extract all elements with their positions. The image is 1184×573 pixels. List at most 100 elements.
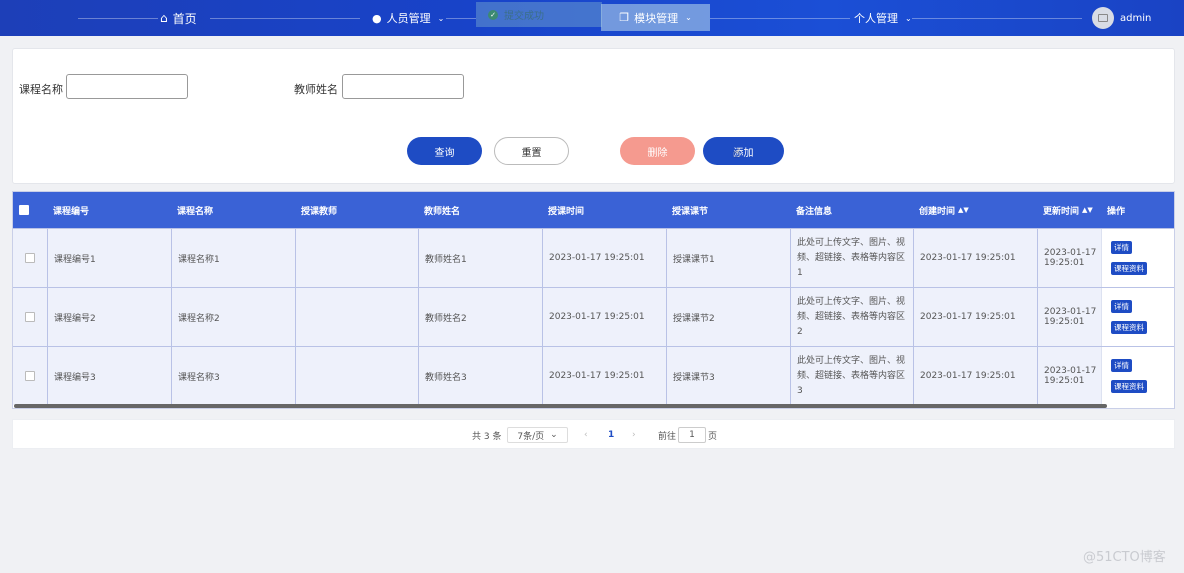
row-checkbox[interactable] xyxy=(13,347,47,405)
image-icon xyxy=(1098,14,1108,22)
check-circle-icon: ✓ xyxy=(488,9,498,20)
select-all-checkbox[interactable] xyxy=(19,192,29,228)
nav-module-management[interactable]: ❐ 模块管理 ⌄ xyxy=(601,4,710,31)
teacher-name-label: 教师姓名 xyxy=(294,83,338,96)
sort-icon: ▲▼ xyxy=(958,206,969,214)
column-header: 教师姓名 xyxy=(424,206,461,217)
table-cell-code: 课程编号3 xyxy=(47,347,171,405)
avatar xyxy=(1092,7,1114,29)
table-cell-section: 授课课节2 xyxy=(666,288,790,346)
column-header: 备注信息 xyxy=(796,206,833,217)
page-size-select[interactable]: 7条/页 ⌄ xyxy=(507,427,568,443)
table-cell-code: 课程编号1 xyxy=(47,229,171,287)
total-count: 共 3 条 xyxy=(472,431,502,442)
table-row: 课程编号3 课程名称3 教师姓名3 2023-01-17 19:25:01 授课课节3 此… xyxy=(13,346,1174,405)
course-materials-button[interactable]: 课程资料 xyxy=(1111,380,1147,393)
sortable-column-header[interactable]: 更新时间 ▲▼ xyxy=(1043,192,1093,228)
nav-divider xyxy=(210,18,360,19)
nav-staff-management[interactable]: ● 人员管理 ⌄ xyxy=(372,0,444,36)
table-cell-remark: 此处可上传文字、图片、视频、超链接、表格等内容区1 xyxy=(790,229,913,287)
checkbox-icon xyxy=(25,312,35,322)
table-cell-time: 2023-01-17 19:25:01 xyxy=(542,347,666,405)
table-cell-section: 授课课节1 xyxy=(666,229,790,287)
table-cell-remark: 此处可上传文字、图片、视频、超链接、表格等内容区3 xyxy=(790,347,913,405)
hand-cursor-icon: ☝ xyxy=(733,146,741,160)
toast-message: 提交成功 xyxy=(504,11,544,22)
delete-button[interactable]: 删除 xyxy=(620,137,695,165)
teacher-name-input[interactable] xyxy=(342,74,464,99)
success-toast: ✓ 提交成功 xyxy=(476,2,602,27)
table-cell-time: 2023-01-17 19:25:01 xyxy=(542,229,666,287)
pagination: 共 3 条 7条/页 ⌄ ‹ 1 › 前往 1 页 xyxy=(12,419,1175,449)
detail-button[interactable]: 详情 xyxy=(1111,359,1132,372)
table-cell-updated: 2023-01-17 19:25:01 xyxy=(1037,288,1107,346)
nav-staff-label: 人员管理 xyxy=(386,12,431,25)
table-cell-name: 课程名称1 xyxy=(171,229,295,287)
course-materials-button[interactable]: 课程资料 xyxy=(1111,321,1147,334)
row-checkbox[interactable] xyxy=(13,229,47,287)
table-cell-remark: 此处可上传文字、图片、视频、超链接、表格等内容区2 xyxy=(790,288,913,346)
page-size-value: 7条/页 xyxy=(517,431,545,442)
goto-page-input[interactable]: 1 xyxy=(678,427,706,443)
next-page-button[interactable]: › xyxy=(632,420,636,450)
horizontal-scrollbar[interactable] xyxy=(14,404,1107,408)
nav-home[interactable]: ⌂ 首页 xyxy=(160,0,197,36)
home-icon: ⌂ xyxy=(160,11,168,25)
nav-divider xyxy=(446,18,476,19)
row-checkbox[interactable] xyxy=(13,288,47,346)
column-header: 授课时间 xyxy=(548,206,585,217)
username: admin xyxy=(1120,12,1152,24)
nav-divider xyxy=(78,18,158,19)
window-icon: ❐ xyxy=(619,11,630,24)
top-nav: ⌂ 首页 ● 人员管理 ⌄ ✓ 提交成功 ❐ 模块管理 ⌄ 个人管理 ⌄ adm… xyxy=(0,0,1184,36)
search-panel: 课程名称 教师姓名 查询 重置 删除 添加 xyxy=(12,48,1175,184)
nav-module-label: 模块管理 xyxy=(634,11,679,25)
add-button[interactable]: 添加 xyxy=(703,137,784,165)
table-cell-updated: 2023-01-17 19:25:01 xyxy=(1037,229,1107,287)
table-cell-teacher xyxy=(295,347,418,405)
course-name-input[interactable] xyxy=(66,74,188,99)
column-header-label: 创建时间 xyxy=(919,206,956,217)
course-materials-button[interactable]: 课程资料 xyxy=(1111,262,1147,275)
reset-button[interactable]: 重置 xyxy=(494,137,569,165)
table-cell-teacher xyxy=(295,288,418,346)
table-cell-name: 课程名称2 xyxy=(171,288,295,346)
table-cell-teacher xyxy=(295,229,418,287)
table-row: 课程编号2 课程名称2 教师姓名2 2023-01-17 19:25:01 授课课节2 此… xyxy=(13,287,1174,346)
actions-cell: 详情 课程资料 xyxy=(1101,229,1174,287)
table-cell-section: 授课课节3 xyxy=(666,347,790,405)
table-cell-created: 2023-01-17 19:25:01 xyxy=(913,288,1037,346)
nav-personal-management[interactable]: 个人管理 ⌄ xyxy=(854,0,912,36)
sortable-column-header[interactable]: 创建时间 ▲▼ xyxy=(919,192,969,228)
user-menu[interactable]: admin xyxy=(1092,7,1151,29)
table-header: 课程编号 课程名称 授课教师 教师姓名 授课时间 授课课节 备注信息 创建时间 ▲… xyxy=(13,192,1174,228)
actions-cell: 详情 课程资料 xyxy=(1101,347,1174,405)
query-button[interactable]: 查询 xyxy=(407,137,482,165)
checkbox-icon xyxy=(25,371,35,381)
column-header: 授课课节 xyxy=(672,206,709,217)
table-cell-created: 2023-01-17 19:25:01 xyxy=(913,347,1037,405)
table-cell-teacher-name: 教师姓名2 xyxy=(418,288,542,346)
user-icon: ● xyxy=(372,11,382,25)
column-header: 课程编号 xyxy=(53,206,90,217)
checkbox-icon xyxy=(19,205,29,215)
chevron-down-icon: ⌄ xyxy=(905,13,912,23)
table-cell-updated: 2023-01-17 19:25:01 xyxy=(1037,347,1107,405)
chevron-down-icon: ⌄ xyxy=(437,13,445,23)
nav-divider xyxy=(912,18,1082,19)
goto-label: 前往 xyxy=(658,431,677,442)
actions-cell: 详情 课程资料 xyxy=(1101,288,1174,346)
prev-page-button[interactable]: ‹ xyxy=(584,420,588,450)
chevron-down-icon: ⌄ xyxy=(550,430,558,440)
column-header: 操作 xyxy=(1107,206,1126,217)
table-cell-code: 课程编号2 xyxy=(47,288,171,346)
nav-divider xyxy=(710,18,850,19)
column-header: 授课教师 xyxy=(301,206,338,217)
detail-button[interactable]: 详情 xyxy=(1111,241,1132,254)
goto-suffix: 页 xyxy=(708,431,718,442)
table-cell-name: 课程名称3 xyxy=(171,347,295,405)
page-number[interactable]: 1 xyxy=(608,420,614,450)
course-table: 课程编号 课程名称 授课教师 教师姓名 授课时间 授课课节 备注信息 创建时间 ▲… xyxy=(12,191,1175,409)
detail-button[interactable]: 详情 xyxy=(1111,300,1132,313)
sort-icon: ▲▼ xyxy=(1082,206,1093,214)
